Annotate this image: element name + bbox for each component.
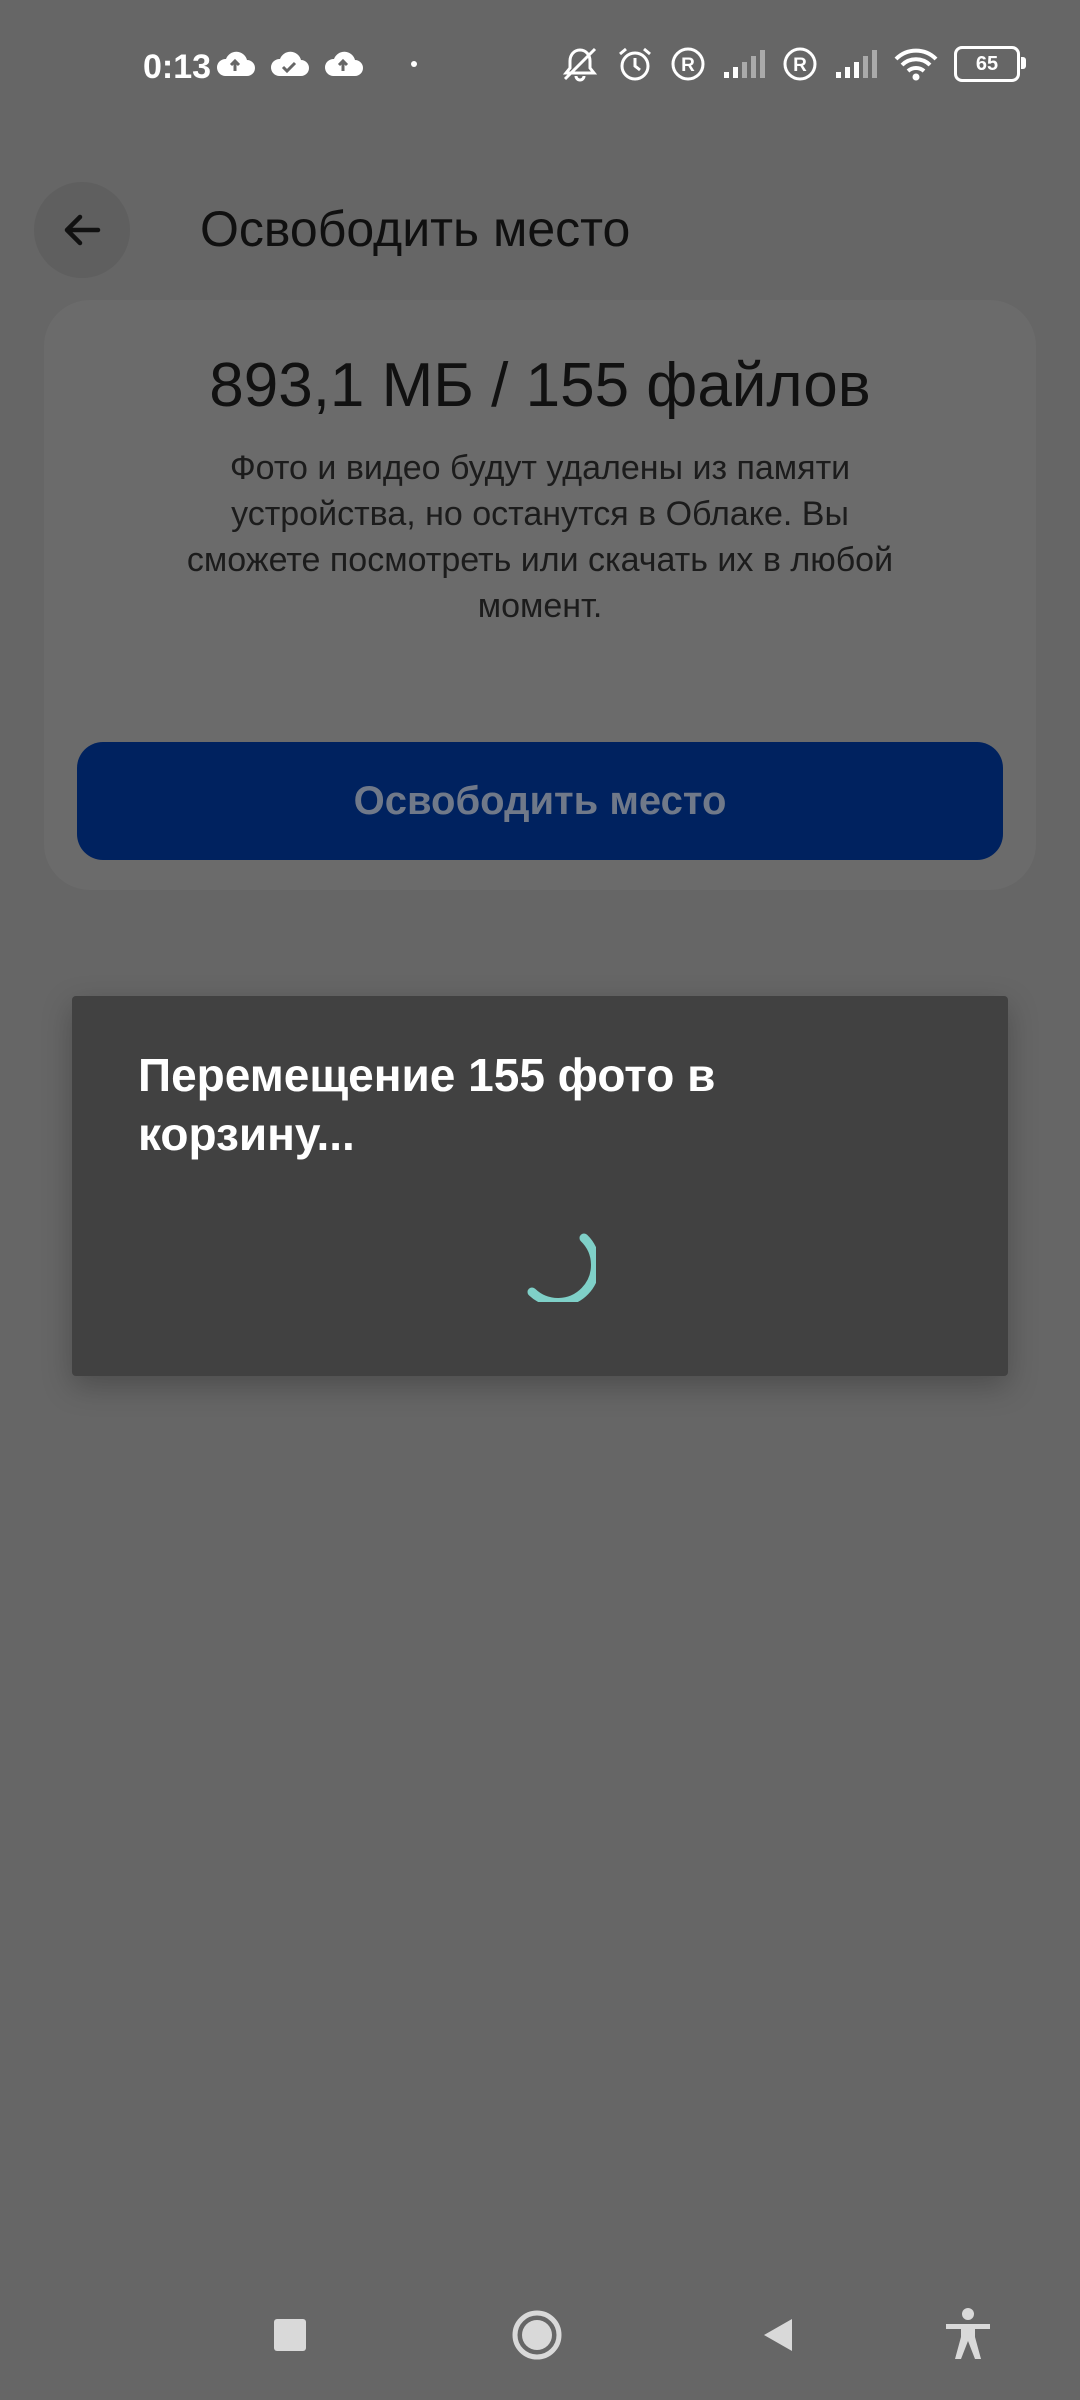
card-description: Фото и видео будут удалены из памяти уст… — [186, 449, 894, 625]
accessibility-icon — [942, 2307, 994, 2363]
recents-square-icon — [272, 2317, 308, 2353]
home-button[interactable] — [502, 2300, 572, 2370]
free-space-card: 893,1 МБ / 155 файлов Фото и видео будут… — [44, 300, 1036, 890]
svg-text:R: R — [793, 55, 807, 76]
status-left-icons — [215, 50, 417, 78]
alarm-icon — [616, 46, 654, 82]
page-title: Освободить место — [200, 201, 631, 257]
cloud-upload-icon — [323, 50, 363, 78]
cloud-upload-icon — [215, 50, 255, 78]
status-time: 0:13 — [143, 48, 212, 86]
status-bar: 0:13 R R 65 — [0, 0, 1080, 140]
svg-text:R: R — [681, 55, 695, 76]
progress-dialog: Перемещение 155 фото в корзину... — [72, 996, 1008, 1376]
system-navigation-bar — [0, 2270, 1080, 2400]
free-space-button[interactable]: Освободить место — [77, 742, 1003, 860]
recents-button[interactable] — [255, 2300, 325, 2370]
arrow-left-icon — [58, 206, 106, 254]
storage-summary: 893,1 МБ / 155 файлов — [209, 351, 871, 420]
back-button[interactable] — [34, 182, 130, 278]
top-app-bar: Освободить место — [0, 140, 1080, 300]
roaming-r-icon: R — [670, 46, 706, 82]
wifi-icon — [894, 47, 938, 81]
battery-level: 65 — [975, 52, 999, 75]
signal-icon — [722, 48, 766, 80]
notification-dot-icon — [411, 61, 417, 67]
cloud-check-icon — [269, 50, 309, 78]
back-triangle-icon — [758, 2315, 798, 2355]
status-right-icons: R R 65 — [560, 46, 1026, 82]
progress-message: Перемещение 155 фото в корзину... — [138, 1049, 716, 1160]
loading-spinner-icon — [512, 1218, 600, 1307]
roaming-r-icon: R — [782, 46, 818, 82]
accessibility-button[interactable] — [933, 2300, 1003, 2370]
signal-icon — [834, 48, 878, 80]
bell-off-icon — [560, 46, 600, 82]
free-space-button-label: Освободить место — [353, 778, 727, 823]
battery-icon: 65 — [954, 46, 1026, 82]
back-nav-button[interactable] — [743, 2300, 813, 2370]
home-circle-icon — [511, 2309, 563, 2361]
